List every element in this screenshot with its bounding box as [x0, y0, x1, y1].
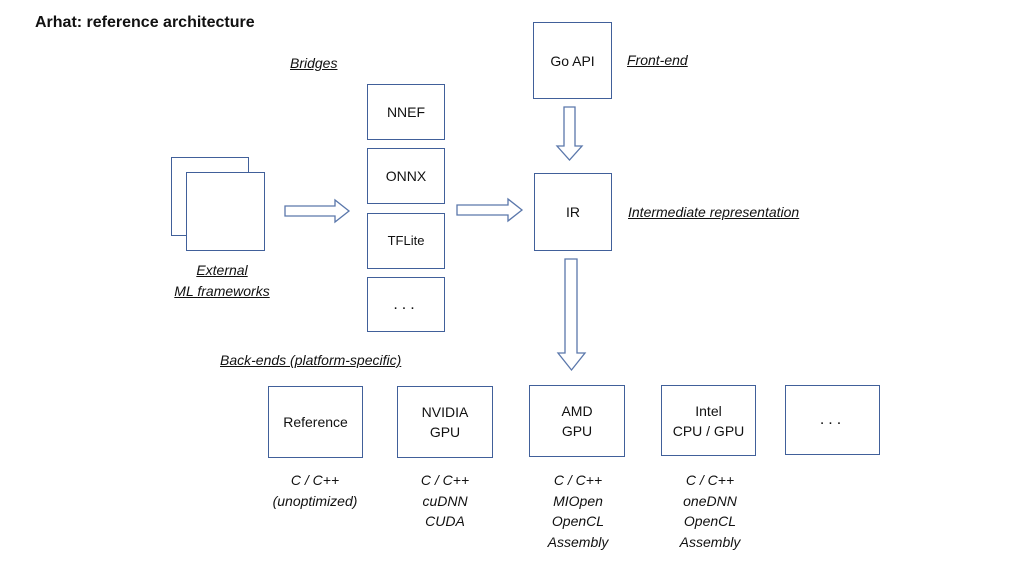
backend-detail: Assembly: [679, 533, 741, 550]
backend-detail: C / C++: [290, 472, 340, 488]
diagram-title: Arhat: reference architecture: [35, 14, 255, 31]
front-end-section-label: Front-end: [627, 52, 688, 68]
backend-detail: C / C++: [685, 472, 735, 488]
backend-detail: cuDNN: [422, 492, 468, 509]
backend-box-nvidia: NVIDIA GPU: [397, 386, 493, 458]
intermediate-representation-label: Intermediate representation: [628, 204, 800, 220]
backend-box-intel: Intel CPU / GPU: [661, 385, 756, 456]
backend-detail: MIOpen: [553, 492, 603, 509]
ellipsis-icon: ...: [393, 295, 419, 313]
backend-title-line: Reference: [283, 414, 348, 430]
backend-box-reference: Reference: [268, 386, 363, 458]
bridges-section-label: Bridges: [290, 55, 338, 71]
arrow-external-to-bridges: [284, 198, 351, 224]
bridge-box-onnx: ONNX: [367, 148, 445, 204]
backend-box-amd: AMD GPU: [529, 385, 625, 457]
external-framework-box-front: [186, 172, 265, 251]
backend-detail: C / C++: [420, 472, 470, 488]
backend-title-line: CPU / GPU: [672, 422, 745, 439]
bridge-box-tflite: TFLite: [367, 213, 445, 269]
backend-detail: (unoptimized): [272, 492, 358, 509]
backend-title-line: NVIDIA: [421, 404, 469, 420]
external-frameworks-label: External ML frameworks: [152, 260, 292, 301]
ellipsis-icon: ...: [819, 411, 846, 428]
backend-title-line: AMD: [561, 403, 593, 419]
backend-detail: C / C++: [553, 472, 603, 488]
backend-detail: OpenCL: [551, 513, 605, 529]
backend-title-line: GPU: [429, 424, 461, 440]
external-label-line1: External: [196, 262, 248, 278]
backend-title-line: Intel: [695, 402, 722, 419]
backend-detail: OpenCL: [683, 513, 737, 529]
backend-box-more: ...: [785, 385, 880, 455]
backend-detail: oneDNN: [683, 492, 737, 509]
arrow-bridges-to-ir: [456, 197, 524, 223]
arrow-frontend-to-ir: [555, 106, 584, 161]
back-ends-section-label: Back-ends (platform-specific): [220, 352, 402, 368]
backend-title-line: GPU: [561, 423, 593, 439]
bridge-label: NNEF: [386, 104, 426, 120]
bridge-box-more: ...: [367, 277, 445, 332]
bridge-label: ONNX: [385, 168, 427, 184]
arrow-ir-to-backends: [556, 258, 587, 372]
backend-details-amd: C / C++ MIOpen OpenCL Assembly: [518, 470, 638, 552]
bridge-box-nnef: NNEF: [367, 84, 445, 140]
ir-label: IR: [566, 204, 580, 220]
backend-details-intel: C / C++ oneDNN OpenCL Assembly: [650, 470, 770, 552]
bridge-label: TFLite: [387, 233, 425, 248]
go-api-box: Go API: [533, 22, 612, 99]
external-label-line2: ML frameworks: [174, 282, 270, 299]
backend-detail: CUDA: [425, 513, 465, 529]
ir-box: IR: [534, 173, 612, 251]
backend-details-reference: C / C++ (unoptimized): [255, 470, 375, 511]
backend-detail: Assembly: [547, 533, 609, 550]
backend-details-nvidia: C / C++ cuDNN CUDA: [385, 470, 505, 532]
go-api-label: Go API: [550, 52, 595, 69]
